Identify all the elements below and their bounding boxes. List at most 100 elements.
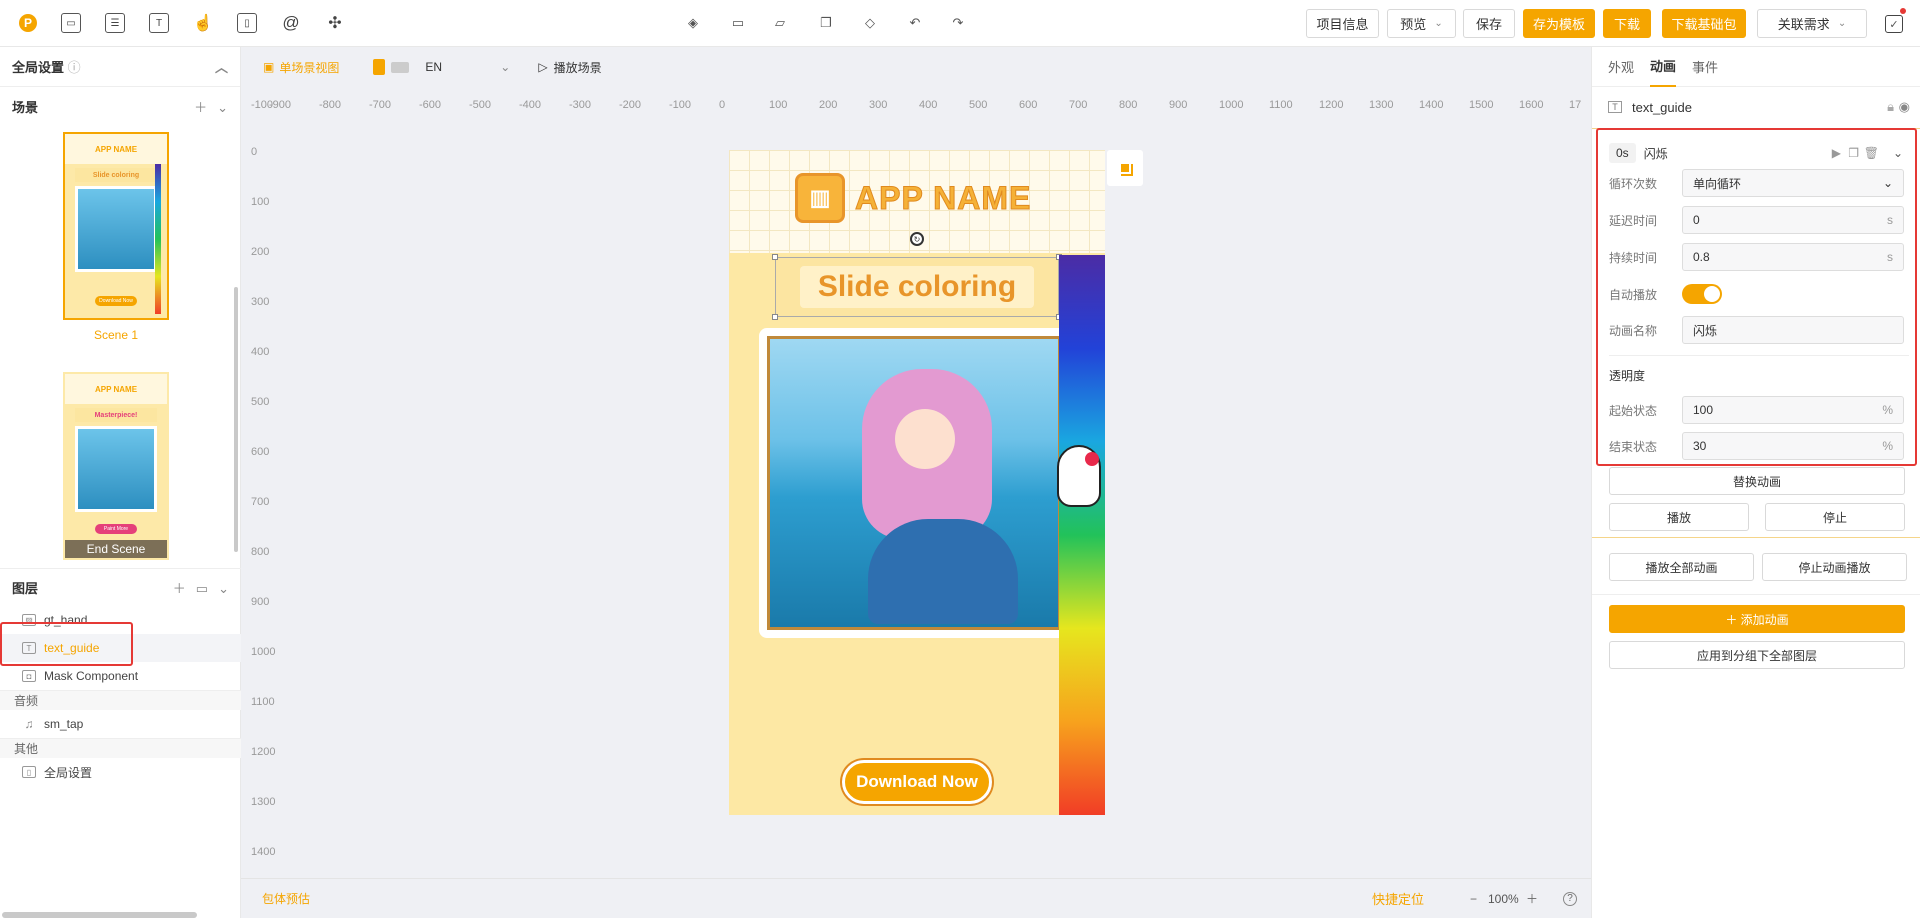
checklist-icon[interactable]: ✓ [1885,15,1903,33]
replace-animation-button[interactable]: 替换动画 [1609,467,1905,495]
audio-header: 音频 [0,690,241,710]
download-button[interactable]: 下载 [1603,9,1651,38]
quick-locate-link[interactable]: 快捷定位 [1372,889,1424,908]
scenes-scrollbar[interactable] [234,287,238,552]
single-scene-view-button[interactable]: ▣ 单场景视图 [263,59,339,76]
add-layer-icon[interactable]: ＋ [173,581,186,596]
scene-card-end[interactable]: APP NAME Masterpiece! Paint More End Sce… [63,372,169,560]
folder-icon[interactable]: ▭ [730,15,746,31]
redo-icon[interactable]: ↷ [950,15,966,31]
plugin-icon[interactable]: ✣ [325,13,345,33]
other-header: 其他 [0,738,241,758]
scene-thumbnail[interactable]: APP NAME Slide coloring Download Now [63,132,169,320]
orientation-portrait-icon[interactable] [373,59,386,75]
eye-icon[interactable]: ◉ [1899,99,1910,115]
stop-all-animations-button[interactable]: 停止动画播放 [1762,553,1907,581]
selected-object-row: T text_guide 🔒︎ ◉ [1592,87,1920,127]
ruler-tick-label: 17 [1569,99,1582,111]
ruler-tick-label: -200 [619,99,642,111]
ruler-tick-label: 100 [251,196,270,208]
audio-item[interactable]: ♫ sm_tap [0,710,241,738]
copy-icon[interactable]: ❐ [818,15,834,31]
chevron-up-icon[interactable]: ︿ [215,57,228,76]
ruler-tick-label: -900 [269,99,292,111]
resize-handle[interactable] [772,254,778,260]
project-info-button[interactable]: 项目信息 [1306,9,1379,38]
mermaid-tail [868,519,1018,624]
ruler-tick-label: -400 [519,99,542,111]
inbox-icon[interactable]: ▭ [61,13,81,33]
text-guide-selected[interactable]: Slide coloring [775,257,1059,317]
chevron-down-icon[interactable]: ⌄ [217,100,228,115]
phone-icon[interactable]: ▯ [237,13,257,33]
ruler-tick-label: 1400 [251,846,276,858]
chevron-down-icon: ⌄ [1434,18,1443,29]
thumb-subtitle: Masterpiece! [75,408,157,422]
play-icon: ▷ [538,60,548,74]
ruler-tick-label: 300 [869,99,888,111]
folder-open-icon[interactable]: ▱ [772,15,788,31]
resize-handle[interactable] [772,314,778,320]
scene-view-icon: ▣ [263,60,275,74]
audio-name: sm_tap [44,717,84,731]
text-icon[interactable]: T [149,13,169,33]
download-base-button[interactable]: 下载基础包 [1662,9,1746,38]
save-button[interactable]: 保存 [1463,9,1515,38]
coloring-image-frame [759,328,1069,638]
layers-icon[interactable]: ◈ [685,15,701,31]
global-settings-title: 全局设置 [12,60,65,75]
orientation-landscape-icon[interactable] [391,61,410,73]
help-icon[interactable]: ? [1563,891,1577,906]
app-logo: P [19,14,37,32]
play-scene-label: 播放场景 [553,60,602,75]
horizontal-scrollbar[interactable] [2,912,197,918]
layout-icon[interactable]: ☰ [105,13,125,33]
play-button[interactable]: 播放 [1609,503,1749,531]
rotate-handle-icon[interactable]: ↻ [910,232,924,246]
canvas-status-bar: 包体预估 快捷定位 − 100% ＋ ? [241,878,1591,918]
slide-coloring-text: Slide coloring [799,266,1035,308]
scene-thumbnail[interactable]: APP NAME Masterpiece! Paint More End Sce… [63,372,169,560]
zoom-in-icon[interactable]: ＋ [1526,890,1538,907]
chevron-down-icon[interactable]: ⌄ [218,581,229,596]
tab-appearance[interactable]: 外观 [1608,47,1634,87]
play-scene-button[interactable]: ▷ 播放场景 [538,59,601,76]
tag-icon[interactable]: ◇ [862,15,878,31]
property-tabs: 外观 动画 事件 [1592,47,1920,87]
scene-card-1[interactable]: APP NAME Slide coloring Download Now Sce… [63,132,169,342]
layer-item[interactable]: ◘ Mask Component [0,662,241,690]
thumb-image [75,426,157,512]
save-template-button[interactable]: 存为模板 [1523,9,1595,38]
gesture-icon[interactable]: ☝ [193,13,213,33]
tab-events[interactable]: 事件 [1692,47,1718,87]
duplicate-icon[interactable] [1107,150,1143,186]
package-estimate-link[interactable]: 包体预估 [262,890,310,907]
zoom-out-icon[interactable]: − [1470,892,1477,906]
artboard-scene-1[interactable]: ▥ APP NAME Slide coloring ↻ Download Now [729,150,1105,815]
chevron-down-icon: ⌄ [1837,18,1847,29]
view-mode-label: 单场景视图 [279,60,340,75]
preview-dropdown[interactable]: 预览 ⌄ [1387,9,1456,38]
play-all-animations-button[interactable]: 播放全部动画 [1609,553,1754,581]
other-item[interactable]: ▯ 全局设置 [0,758,241,786]
lock-icon[interactable]: 🔒︎ [1887,99,1894,115]
global-settings-header[interactable]: 全局设置 ⓘ ︿ [0,47,240,87]
ruler-tick-label: 400 [919,99,938,111]
ruler-tick-label: 1000 [251,646,276,658]
tab-animation[interactable]: 动画 [1650,47,1677,87]
language-select[interactable]: EN ⌄ [425,60,510,74]
folder-icon[interactable]: ▭ [196,581,208,596]
stop-button[interactable]: 停止 [1765,503,1905,531]
download-now-button[interactable]: Download Now [842,760,992,804]
ruler-tick-label: 100 [769,99,788,111]
mention-icon[interactable]: @ [281,13,301,33]
scenes-header: 场景 ＋ ⌄ [0,87,240,125]
add-scene-icon[interactable]: ＋ [194,100,207,115]
related-requirements-dropdown[interactable]: 关联需求 ⌄ [1757,9,1867,38]
apply-to-group-button[interactable]: 应用到分组下全部图层 [1609,641,1905,669]
color-palette-strip[interactable] [1059,255,1105,815]
layers-header: 图层 ＋ ▭ ⌄ [0,568,241,606]
add-animation-button[interactable]: ＋ 添加动画 [1609,605,1905,633]
undo-icon[interactable]: ↶ [907,15,923,31]
vertical-ruler: 0 100 200 300 400 500 600 700 800 900 1000 1100 1200… [241,119,281,909]
